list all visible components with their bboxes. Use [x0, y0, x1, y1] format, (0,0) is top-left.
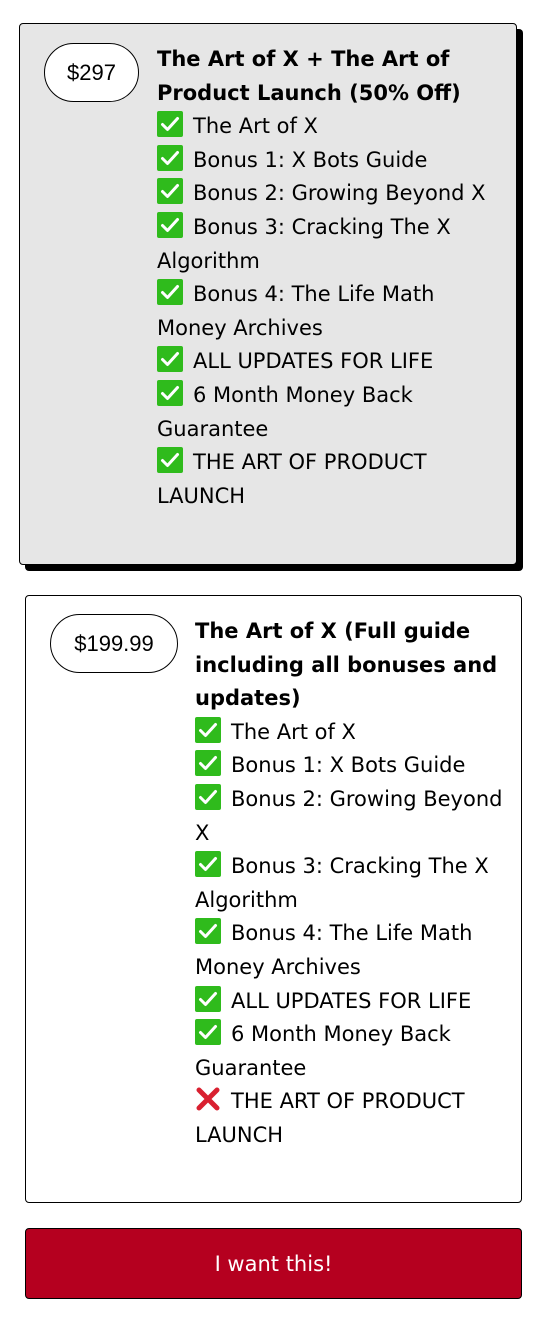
- check-icon: [157, 346, 183, 373]
- feature-label: Bonus 3: Cracking The X Algorithm: [157, 214, 451, 273]
- check-icon: [157, 178, 183, 205]
- check-icon: [195, 783, 221, 810]
- feature-item: Bonus 2: Growing Beyond X: [195, 783, 510, 850]
- feature-label: Bonus 1: X Bots Guide: [231, 753, 466, 778]
- check-icon: [195, 716, 221, 743]
- buy-button[interactable]: I want this!: [25, 1228, 522, 1299]
- feature-item: Bonus 3: Cracking The X Algorithm: [195, 850, 510, 917]
- feature-item: THE ART OF PRODUCT LAUNCH: [195, 1085, 510, 1152]
- feature-label: 6 Month Money Back Guarantee: [157, 382, 413, 441]
- feature-item: Bonus 2: Growing Beyond X: [157, 177, 502, 211]
- check-icon: [195, 851, 221, 878]
- feature-item: ALL UPDATES FOR LIFE: [195, 985, 510, 1019]
- checkout-page: $297 The Art of X + The Art of Product L…: [0, 0, 542, 1317]
- feature-item: Bonus 1: X Bots Guide: [157, 144, 502, 178]
- feature-item: Bonus 1: X Bots Guide: [195, 749, 510, 783]
- feature-label: Bonus 2: Growing Beyond X: [193, 181, 486, 206]
- offer-title: The Art of X (Full guide including all b…: [195, 619, 498, 711]
- feature-item: Bonus 4: The Life Math Money Archives: [195, 917, 510, 984]
- feature-label: 6 Month Money Back Guarantee: [195, 1022, 451, 1080]
- feature-label: ALL UPDATES FOR LIFE: [231, 988, 472, 1013]
- feature-label: Bonus 4: The Life Math Money Archives: [157, 282, 435, 340]
- feature-item: Bonus 3: Cracking The X Algorithm: [157, 211, 502, 278]
- check-icon: [195, 750, 221, 777]
- feature-label: ALL UPDATES FOR LIFE: [193, 349, 434, 374]
- check-icon: [157, 379, 183, 406]
- price-badge: $297: [44, 43, 139, 102]
- check-icon: [195, 1019, 221, 1046]
- offer-details: The Art of X (Full guide including all b…: [195, 615, 510, 1153]
- feature-item: 6 Month Money Back Guarantee: [157, 379, 502, 446]
- feature-label: Bonus 3: Cracking The X Algorithm: [195, 854, 489, 912]
- feature-label: THE ART OF PRODUCT LAUNCH: [157, 450, 427, 508]
- check-icon: [157, 447, 183, 474]
- feature-item: THE ART OF PRODUCT LAUNCH: [157, 446, 502, 513]
- cross-icon: [195, 1086, 221, 1112]
- check-icon: [195, 918, 221, 945]
- price-badge: $199.99: [50, 614, 178, 673]
- feature-list: The Art of X Bonus 1: X Bots Guide Bonus…: [195, 716, 510, 1153]
- feature-item: Bonus 4: The Life Math Money Archives: [157, 278, 502, 345]
- feature-label: The Art of X: [193, 114, 318, 139]
- check-icon: [157, 111, 183, 138]
- feature-label: Bonus 1: X Bots Guide: [193, 147, 428, 172]
- feature-item: The Art of X: [157, 110, 502, 144]
- feature-label: Bonus 2: Growing Beyond X: [195, 786, 503, 845]
- check-icon: [157, 211, 183, 238]
- offer-title: The Art of X + The Art of Product Launch…: [157, 47, 461, 105]
- check-icon: [157, 144, 183, 171]
- offer-details: The Art of X + The Art of Product Launch…: [157, 43, 502, 513]
- check-icon: [157, 279, 183, 306]
- feature-label: The Art of X: [231, 719, 356, 744]
- feature-item: The Art of X: [195, 716, 510, 750]
- check-icon: [195, 985, 221, 1012]
- feature-list: The Art of X Bonus 1: X Bots Guide Bonus…: [157, 110, 502, 513]
- feature-label: Bonus 4: The Life Math Money Archives: [195, 921, 473, 979]
- feature-item: 6 Month Money Back Guarantee: [195, 1018, 510, 1085]
- offer-card-guide[interactable]: $199.99 The Art of X (Full guide includi…: [25, 595, 522, 1203]
- feature-item: ALL UPDATES FOR LIFE: [157, 345, 502, 379]
- offer-card-bundle[interactable]: $297 The Art of X + The Art of Product L…: [19, 23, 517, 565]
- feature-label: THE ART OF PRODUCT LAUNCH: [195, 1089, 465, 1147]
